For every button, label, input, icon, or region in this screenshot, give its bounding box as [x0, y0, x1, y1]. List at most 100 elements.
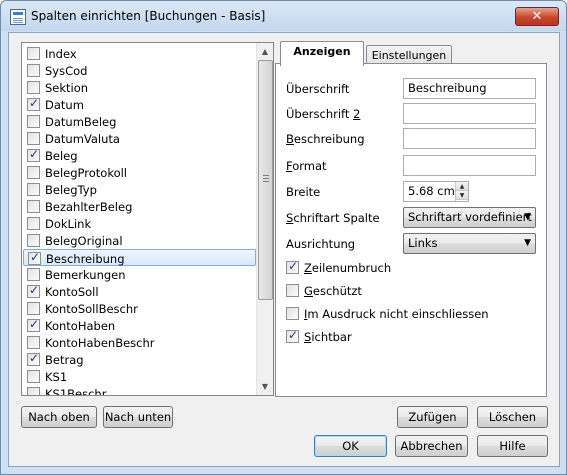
column-checkbox[interactable] [27, 132, 40, 145]
column-checkbox[interactable] [27, 302, 40, 315]
list-item[interactable]: SysCod [23, 62, 256, 79]
ueberschrift2-input[interactable] [403, 103, 536, 124]
hilfe-button[interactable]: Hilfe [477, 435, 548, 457]
column-checkbox[interactable]: ✓ [28, 250, 41, 265]
scroll-up-arrow-icon[interactable]: ▲ [257, 43, 273, 60]
column-checkbox[interactable] [27, 166, 40, 179]
list-item[interactable]: DatumValuta [23, 130, 256, 147]
title-bar[interactable]: Spalten einrichten [Buchungen - Basis] ✕ [1, 1, 566, 31]
list-item[interactable]: KS1 [23, 368, 256, 385]
scroll-thumb[interactable] [258, 60, 273, 300]
column-checkbox[interactable] [27, 47, 40, 60]
column-checkbox[interactable] [27, 234, 40, 247]
column-label: Index [45, 47, 77, 61]
list-scrollbar[interactable]: ▲ ▼ [256, 43, 273, 395]
column-checkbox[interactable]: ✓ [27, 351, 40, 366]
list-item[interactable]: BezahlterBeleg [23, 198, 256, 215]
column-label: Sektion [45, 81, 89, 95]
ueberschrift-input[interactable]: Beschreibung [403, 78, 536, 99]
list-item[interactable]: Sektion [23, 79, 256, 96]
option-checkbox[interactable] [286, 307, 299, 320]
column-checkbox[interactable]: ✓ [27, 147, 40, 162]
column-checkbox[interactable] [27, 115, 40, 128]
nach-oben-button[interactable]: Nach oben [21, 406, 97, 428]
list-item[interactable]: ✓ Beleg [23, 147, 256, 164]
option-checkbox-row[interactable]: Geschützt [286, 283, 526, 299]
list-item[interactable]: KontoSollBeschr [23, 300, 256, 317]
list-item[interactable]: BelegTyp [23, 181, 256, 198]
beschreibung-label: Beschreibung [286, 132, 365, 146]
check-icon: ✓ [28, 147, 40, 161]
column-checkbox[interactable] [27, 64, 40, 77]
list-item[interactable]: Bemerkungen [23, 266, 256, 283]
column-label: BelegProtokoll [45, 166, 127, 180]
chevron-down-icon: ▼ [524, 212, 531, 222]
loeschen-button[interactable]: Löschen [477, 406, 548, 428]
column-label: Beschreibung [46, 252, 125, 266]
window-title: Spalten einrichten [Buchungen - Basis] [31, 9, 266, 23]
list-item[interactable]: BelegOriginal [23, 232, 256, 249]
list-item[interactable]: ✓ Beschreibung [23, 249, 256, 266]
column-checkbox[interactable] [27, 200, 40, 213]
column-checkbox[interactable] [27, 370, 40, 383]
list-item[interactable]: DokLink [23, 215, 256, 232]
check-icon: ✓ [28, 96, 40, 110]
option-checkbox[interactable] [286, 284, 299, 297]
list-item[interactable]: Index [23, 45, 256, 62]
breite-stepper[interactable]: 5.68 cm ▲ ▼ [403, 181, 469, 202]
spin-down-icon[interactable]: ▼ [456, 191, 468, 200]
breite-value: 5.68 cm [408, 184, 455, 198]
column-checkbox[interactable]: ✓ [27, 96, 40, 111]
list-item[interactable]: KontoHabenBeschr [23, 334, 256, 351]
ausrichtung-select[interactable]: Links ▼ [403, 233, 536, 254]
anzeigen-panel: Überschrift Beschreibung Überschrift 2 B… [275, 63, 547, 397]
option-checkbox[interactable]: ✓ [286, 328, 299, 343]
column-label: BelegTyp [45, 183, 97, 197]
column-checkbox[interactable] [27, 336, 40, 349]
ausrichtung-label: Ausrichtung [286, 237, 356, 251]
schriftart-select[interactable]: Schriftart vordefiniert ▼ [403, 207, 536, 228]
option-checkbox[interactable]: ✓ [286, 259, 299, 274]
format-input[interactable] [403, 155, 536, 176]
option-label: Im Ausdruck nicht einschliessen [304, 307, 489, 321]
spin-up-icon[interactable]: ▲ [456, 182, 468, 191]
column-label: KontoSoll [45, 285, 99, 299]
beschreibung-input[interactable] [403, 128, 536, 149]
list-item[interactable]: KS1Beschr [23, 385, 256, 395]
check-icon: ✓ [28, 317, 40, 331]
zufuegen-button[interactable]: Zufügen [397, 406, 468, 428]
nach-unten-button[interactable]: Nach unten [103, 406, 173, 428]
option-checkbox-row[interactable]: ✓ Zeilenumbruch [286, 259, 526, 276]
option-checkbox-row[interactable]: Im Ausdruck nicht einschliessen [286, 306, 526, 322]
column-label: Beleg [45, 149, 78, 163]
schriftart-value: Schriftart vordefiniert [408, 210, 532, 224]
ok-button[interactable]: OK [314, 435, 387, 457]
dialog-client-area: Index SysCod Sektion ✓ Datum DatumBeleg DatumV… [8, 32, 560, 467]
chevron-down-icon: ▼ [524, 238, 531, 248]
option-checkbox-row[interactable]: ✓ Sichtbar [286, 328, 526, 345]
scroll-down-arrow-icon[interactable]: ▼ [257, 378, 273, 395]
list-item[interactable]: ✓ KontoSoll [23, 283, 256, 300]
column-checkbox[interactable] [27, 217, 40, 230]
column-label: DokLink [45, 217, 92, 231]
column-label: Betrag [45, 353, 84, 367]
column-checkbox[interactable]: ✓ [27, 317, 40, 332]
list-item[interactable]: ✓ Betrag [23, 351, 256, 368]
list-item[interactable]: BelegProtokoll [23, 164, 256, 181]
column-checkbox[interactable] [27, 183, 40, 196]
check-icon: ✓ [287, 328, 299, 342]
abbrechen-button[interactable]: Abbrechen [395, 435, 468, 457]
option-label: Zeilenumbruch [304, 261, 392, 275]
tab-anzeigen[interactable]: Anzeigen [280, 41, 364, 66]
close-icon[interactable]: ✕ [515, 7, 559, 26]
list-item[interactable]: DatumBeleg [23, 113, 256, 130]
breite-spin-buttons[interactable]: ▲ ▼ [455, 182, 468, 201]
column-checkbox[interactable]: ✓ [27, 283, 40, 298]
column-label: DatumValuta [45, 132, 120, 146]
column-checkbox[interactable] [27, 387, 40, 395]
column-list: Index SysCod Sektion ✓ Datum DatumBeleg DatumV… [21, 42, 274, 396]
column-checkbox[interactable] [27, 268, 40, 281]
list-item[interactable]: ✓ KontoHaben [23, 317, 256, 334]
column-checkbox[interactable] [27, 81, 40, 94]
list-item[interactable]: ✓ Datum [23, 96, 256, 113]
